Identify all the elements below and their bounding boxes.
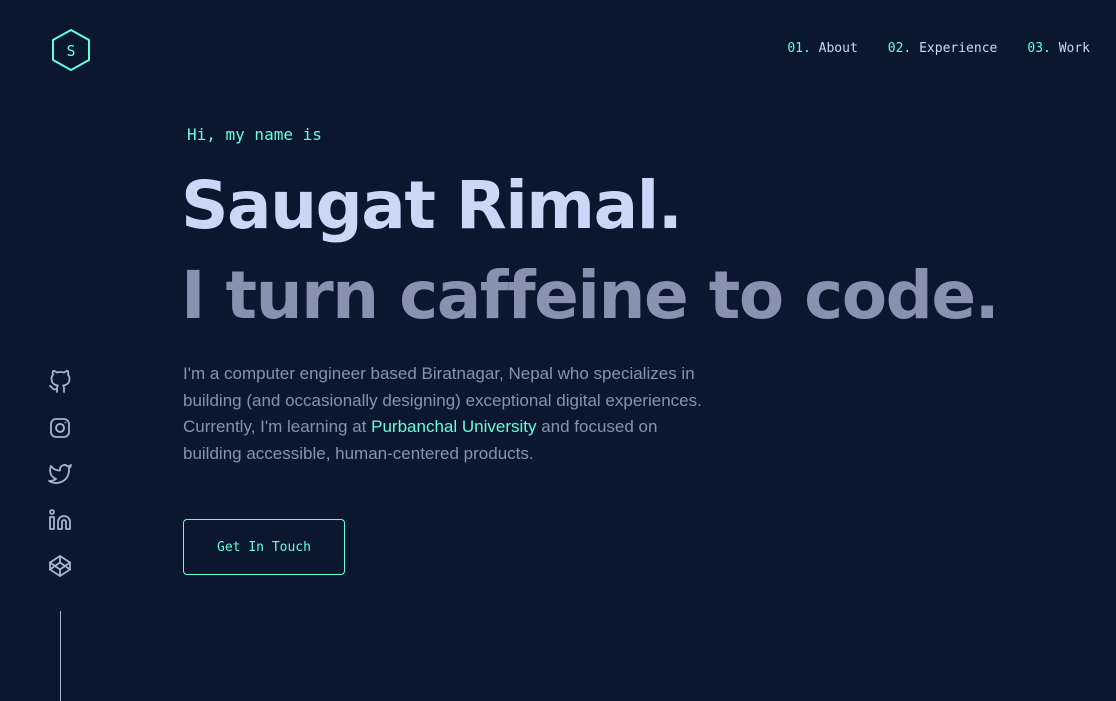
logo-letter: S (66, 42, 75, 60)
instagram-icon (50, 418, 70, 438)
get-in-touch-button[interactable]: Get In Touch (183, 519, 345, 575)
github-icon (49, 370, 71, 393)
social-divider-line (60, 611, 61, 701)
nav-label: Experience (919, 41, 998, 56)
main-nav: 01. About 02. Experience 03. Work (787, 41, 1090, 56)
hero-name: Saugat Rimal. (181, 167, 683, 244)
nav-number: 02. (887, 41, 912, 56)
nav-item-about[interactable]: 01. About (787, 41, 857, 56)
linkedin-link[interactable] (48, 508, 72, 532)
logo[interactable]: S (51, 28, 91, 72)
nav-label: About (818, 41, 858, 56)
hero-tagline: I turn caffeine to code. (181, 257, 1000, 334)
nav-item-work[interactable]: 03. Work (1027, 41, 1090, 56)
intro-greeting: Hi, my name is (187, 125, 322, 144)
github-link[interactable] (48, 370, 72, 394)
hero-description: I'm a computer engineer based Biratnagar… (183, 361, 703, 467)
nav-label: Work (1058, 41, 1090, 56)
linkedin-icon (49, 509, 71, 530)
instagram-link[interactable] (48, 416, 72, 440)
hexagon-logo-icon: S (52, 29, 90, 71)
twitter-link[interactable] (48, 462, 72, 486)
nav-number: 03. (1027, 41, 1051, 56)
twitter-icon (48, 464, 72, 484)
university-link[interactable]: Purbanchal University (371, 417, 536, 436)
nav-number: 01. (787, 41, 811, 56)
codepen-link[interactable] (48, 554, 72, 578)
nav-item-experience[interactable]: 02. Experience (888, 41, 998, 56)
codepen-icon (49, 555, 71, 577)
social-links (48, 370, 72, 600)
